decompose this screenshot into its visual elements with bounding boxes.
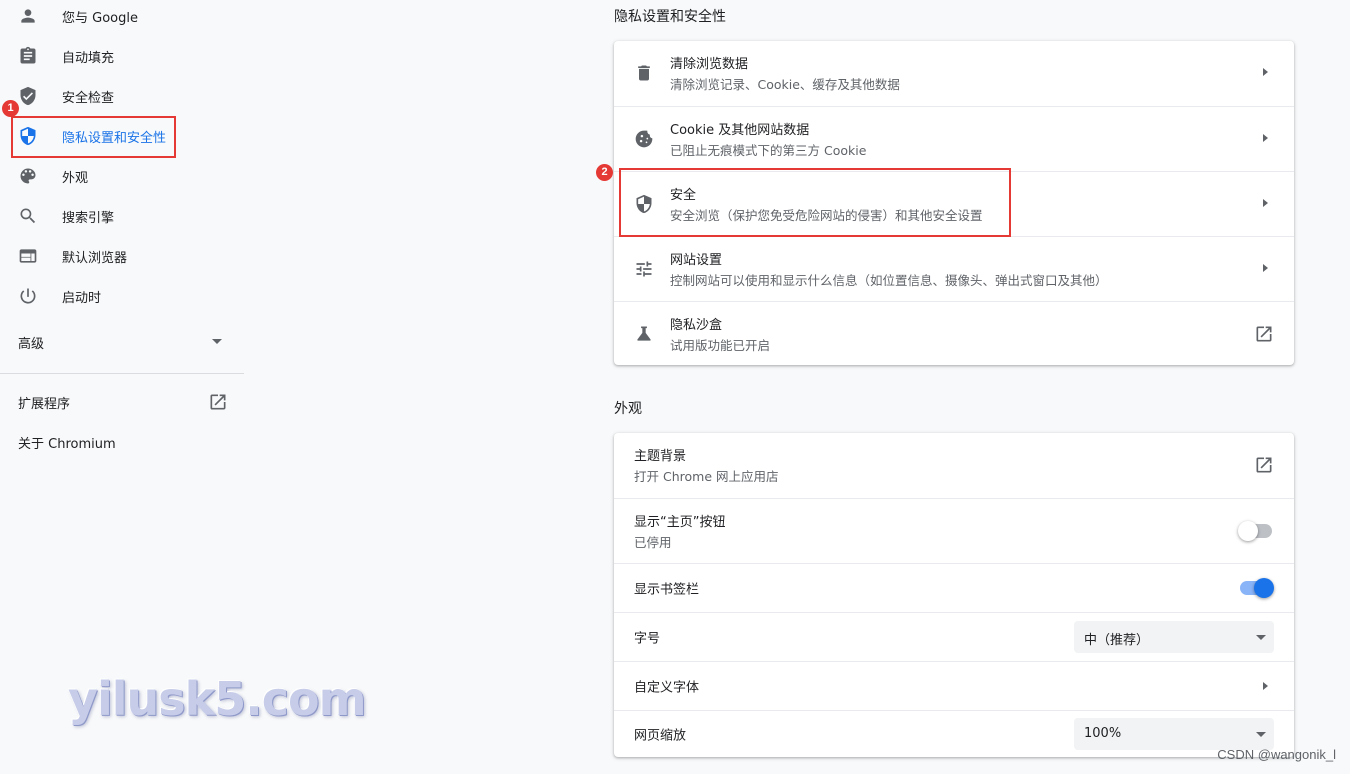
watermark-text: yilusk5.com	[68, 672, 367, 726]
sidebar-item-search-engine[interactable]: 搜索引擎	[0, 196, 244, 236]
open-in-new-icon[interactable]	[208, 392, 228, 412]
sidebar-item-privacy-security[interactable]: 隐私设置和安全性	[0, 116, 244, 156]
person-icon	[18, 6, 38, 26]
sidebar-item-label: 外观	[62, 170, 89, 186]
open-in-new-icon	[1254, 324, 1274, 344]
privacy-card: 清除浏览数据 清除浏览记录、Cookie、缓存及其他数据 Cookie 及其他网…	[614, 41, 1294, 365]
row-subtitle: 清除浏览记录、Cookie、缓存及其他数据	[670, 77, 900, 92]
row-title: 隐私沙盒	[670, 318, 723, 333]
sidebar-item-safety-check[interactable]: 安全检查	[0, 76, 244, 116]
privacy-section-title: 隐私设置和安全性	[614, 9, 726, 25]
power-icon	[18, 286, 38, 306]
row-title: 安全	[670, 188, 697, 203]
privacy-sandbox-row[interactable]: 隐私沙盒 试用版功能已开启	[614, 301, 1294, 365]
sidebar-item-label: 默认浏览器	[62, 250, 128, 266]
extensions-link[interactable]: 扩展程序	[18, 393, 70, 412]
clear-browsing-data-row[interactable]: 清除浏览数据 清除浏览记录、Cookie、缓存及其他数据	[614, 41, 1294, 105]
shield-check-icon	[18, 86, 38, 106]
sidebar-divider	[0, 373, 244, 374]
site-settings-row[interactable]: 网站设置 控制网站可以使用和显示什么信息（如位置信息、摄像头、弹出式窗口及其他）	[614, 236, 1294, 300]
custom-fonts-row[interactable]: 自定义字体	[614, 661, 1294, 710]
chevron-down-icon	[1256, 635, 1266, 640]
security-row[interactable]: 安全 安全浏览（保护您免受危险网站的侵害）和其他安全设置	[614, 171, 1294, 235]
cookies-row[interactable]: Cookie 及其他网站数据 已阻止无痕模式下的第三方 Cookie	[614, 106, 1294, 170]
font-size-row: 字号 中（推荐）	[614, 612, 1294, 661]
row-title: 自定义字体	[634, 680, 700, 696]
sidebar-item-label: 启动时	[62, 290, 102, 306]
row-subtitle: 安全浏览（保护您免受危险网站的侵害）和其他安全设置	[670, 208, 983, 223]
search-icon	[18, 206, 38, 226]
chevron-down-icon	[212, 339, 222, 344]
clipboard-icon	[18, 46, 38, 66]
shield-half-icon	[18, 126, 38, 146]
sidebar-item-label: 您与 Google	[62, 10, 138, 26]
annotation-badge-1: 1	[2, 100, 19, 117]
sidebar-item-you-and-google[interactable]: 您与 Google	[0, 0, 244, 36]
chevron-right-icon	[1263, 682, 1268, 690]
toggle-knob	[1238, 521, 1258, 541]
chevron-right-icon	[1263, 134, 1268, 142]
row-subtitle: 控制网站可以使用和显示什么信息（如位置信息、摄像头、弹出式窗口及其他）	[670, 273, 1108, 288]
row-subtitle: 已停用	[634, 535, 672, 550]
annotation-badge-2: 2	[596, 164, 613, 181]
row-subtitle: 已阻止无痕模式下的第三方 Cookie	[670, 143, 867, 158]
row-title: 清除浏览数据	[670, 57, 749, 72]
bookmarks-bar-toggle[interactable]	[1240, 578, 1274, 598]
font-size-select[interactable]: 中（推荐）	[1074, 621, 1274, 653]
sidebar-item-label: 自动填充	[62, 50, 115, 66]
bookmarks-bar-row: 显示书签栏	[614, 563, 1294, 612]
theme-row[interactable]: 主题背景 打开 Chrome 网上应用店	[614, 433, 1294, 497]
toggle-knob	[1254, 578, 1274, 598]
home-button-toggle[interactable]	[1238, 521, 1272, 541]
trash-icon	[634, 63, 654, 83]
row-title: Cookie 及其他网站数据	[670, 123, 810, 138]
row-title: 显示书签栏	[634, 582, 700, 598]
row-title: 网站设置	[670, 253, 723, 268]
row-title: 字号	[634, 631, 661, 647]
row-subtitle: 打开 Chrome 网上应用店	[634, 469, 779, 484]
appearance-section-title: 外观	[614, 401, 642, 417]
sidebar-item-label: 隐私设置和安全性	[62, 130, 167, 146]
chevron-right-icon	[1263, 68, 1268, 76]
chevron-right-icon	[1263, 199, 1268, 207]
chevron-down-icon	[1256, 732, 1266, 737]
browser-icon	[18, 246, 38, 266]
open-in-new-icon	[1254, 455, 1274, 475]
advanced-label: 高级	[18, 337, 45, 352]
home-button-row: 显示“主页”按钮 已停用	[614, 498, 1294, 562]
sidebar-item-on-startup[interactable]: 启动时	[0, 276, 244, 316]
appearance-card: 主题背景 打开 Chrome 网上应用店 显示“主页”按钮 已停用 显示书签栏 …	[614, 433, 1294, 757]
sidebar: 您与 Google 自动填充 安全检查 隐私设置和安全性 外观 搜索引擎 默认浏…	[0, 0, 244, 774]
row-title: 显示“主页”按钮	[634, 515, 726, 530]
flask-icon	[634, 324, 654, 344]
page-zoom-select[interactable]: 100%	[1074, 718, 1274, 750]
security-shield-icon	[634, 194, 654, 214]
chevron-right-icon	[1263, 264, 1268, 272]
row-title: 主题背景	[634, 449, 687, 464]
select-value: 100%	[1084, 726, 1122, 741]
sidebar-item-default-browser[interactable]: 默认浏览器	[0, 236, 244, 276]
sidebar-item-label: 搜索引擎	[62, 210, 115, 226]
advanced-toggle[interactable]: 高级	[18, 333, 228, 355]
palette-icon	[18, 166, 38, 186]
sidebar-item-label: 安全检查	[62, 90, 115, 106]
sidebar-item-appearance[interactable]: 外观	[0, 156, 244, 196]
select-value: 中（推荐）	[1084, 633, 1150, 648]
csdn-credit: CSDN @wangonik_l	[1217, 747, 1336, 762]
tune-icon	[634, 259, 654, 279]
sidebar-item-autofill[interactable]: 自动填充	[0, 36, 244, 76]
page-zoom-row: 网页缩放 100%	[614, 710, 1294, 757]
row-title: 网页缩放	[634, 728, 687, 744]
row-subtitle: 试用版功能已开启	[670, 338, 771, 353]
about-chromium-link[interactable]: 关于 Chromium	[18, 433, 116, 452]
cookie-icon	[634, 129, 654, 149]
